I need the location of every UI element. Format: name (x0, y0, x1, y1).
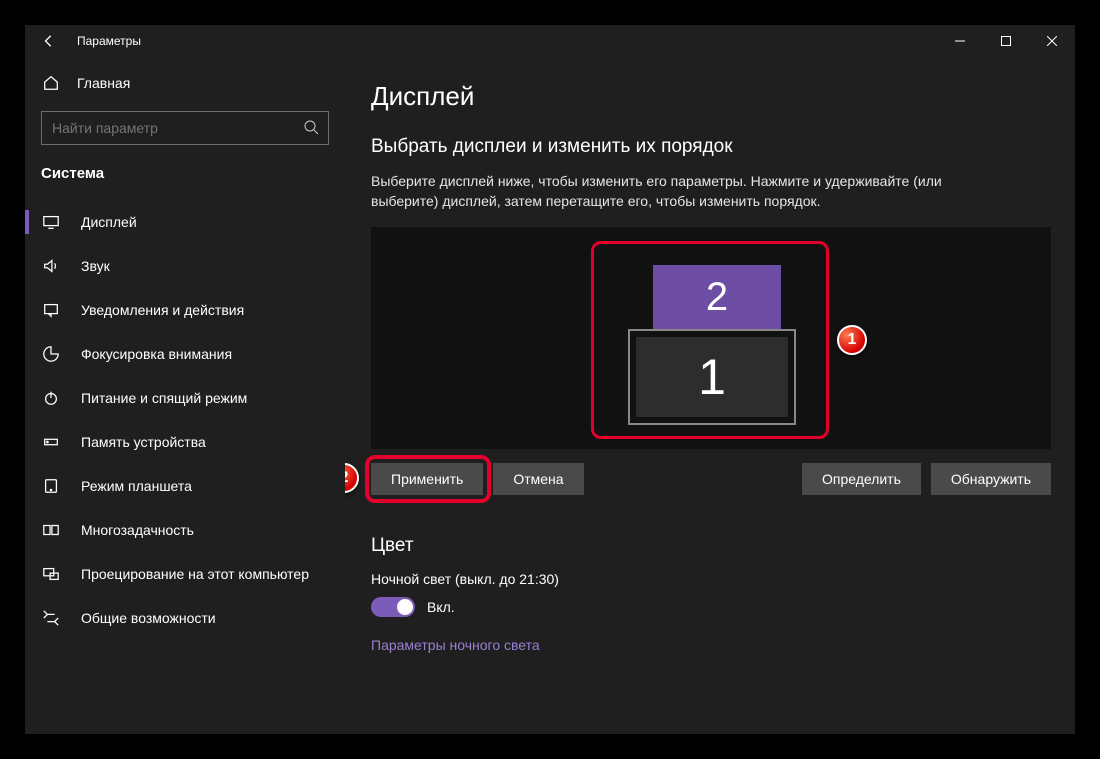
annotation-badge-2: 2 (345, 463, 359, 493)
sidebar: Главная Система Дисплей Звук Уведомле (25, 57, 345, 734)
arrow-left-icon (42, 34, 56, 48)
display-2-number: 2 (706, 275, 728, 320)
minimize-button[interactable] (937, 25, 983, 57)
titlebar: Параметры (25, 25, 1075, 57)
nav-label: Дисплей (81, 214, 137, 230)
display-1-number: 1 (698, 348, 726, 406)
arrange-heading: Выбрать дисплеи и изменить их порядок (371, 136, 1049, 158)
page-title: Дисплей (371, 81, 1049, 112)
power-icon (41, 389, 61, 407)
window-controls (937, 25, 1075, 57)
arrange-description: Выберите дисплей ниже, чтобы изменить ег… (371, 172, 1011, 211)
night-light-settings-link[interactable]: Параметры ночного света (371, 637, 1049, 653)
sidebar-home[interactable]: Главная (25, 63, 345, 103)
nav-item-focus[interactable]: Фокусировка внимания (25, 332, 345, 376)
storage-icon (41, 433, 61, 451)
nav-item-sound[interactable]: Звук (25, 244, 345, 288)
night-light-toggle-row: Вкл. (371, 597, 1049, 617)
shared-icon (41, 609, 61, 627)
display-icon (41, 213, 61, 231)
multitask-icon (41, 521, 61, 539)
nav-label: Память устройства (81, 434, 206, 450)
annotation-badge-1: 1 (837, 325, 867, 355)
nav-label: Многозадачность (81, 522, 194, 538)
nav-label: Звук (81, 258, 110, 274)
nav-label: Проецирование на этот компьютер (81, 566, 309, 582)
nav-item-storage[interactable]: Память устройства (25, 420, 345, 464)
display-1-inner: 1 (636, 337, 788, 417)
focus-icon (41, 345, 61, 363)
nav-item-multitask[interactable]: Многозадачность (25, 508, 345, 552)
close-button[interactable] (1029, 25, 1075, 57)
nav-label: Питание и спящий режим (81, 390, 247, 406)
projecting-icon (41, 565, 61, 583)
search-input[interactable] (41, 111, 329, 145)
maximize-icon (1001, 36, 1011, 46)
nav-label: Общие возможности (81, 610, 216, 626)
nav-item-tablet[interactable]: Режим планшета (25, 464, 345, 508)
tablet-icon (41, 477, 61, 495)
notifications-icon (41, 301, 61, 319)
search-icon (303, 119, 319, 135)
maximize-button[interactable] (983, 25, 1029, 57)
identify-button[interactable]: Определить (802, 463, 921, 495)
night-light-label: Ночной свет (выкл. до 21:30) (371, 571, 1049, 587)
main-content: Дисплей Выбрать дисплеи и изменить их по… (345, 57, 1075, 734)
back-button[interactable] (25, 25, 73, 57)
search-container (25, 103, 345, 159)
display-tile-2[interactable]: 2 (653, 265, 781, 329)
home-icon (41, 74, 61, 92)
arrange-button-row: 2 Применить Отмена Определить Обнаружить (371, 463, 1051, 495)
display-arrange-area[interactable]: 2 1 1 (371, 227, 1051, 449)
sidebar-home-label: Главная (77, 75, 130, 91)
nav-item-projecting[interactable]: Проецирование на этот компьютер (25, 552, 345, 596)
night-light-toggle[interactable] (371, 597, 415, 617)
nav-label: Уведомления и действия (81, 302, 244, 318)
close-icon (1047, 36, 1057, 46)
nav-label: Фокусировка внимания (81, 346, 232, 362)
cancel-button[interactable]: Отмена (493, 463, 583, 495)
nav-item-display[interactable]: Дисплей (25, 200, 345, 244)
nav-item-power[interactable]: Питание и спящий режим (25, 376, 345, 420)
sidebar-nav: Дисплей Звук Уведомления и действия Фоку… (25, 200, 345, 640)
toggle-state-text: Вкл. (427, 599, 455, 615)
nav-item-shared[interactable]: Общие возможности (25, 596, 345, 640)
nav-item-notifications[interactable]: Уведомления и действия (25, 288, 345, 332)
window-title: Параметры (77, 34, 141, 48)
minimize-icon (955, 36, 965, 46)
color-heading: Цвет (371, 535, 1049, 557)
sound-icon (41, 257, 61, 275)
settings-window: Параметры Главная (25, 25, 1075, 734)
sidebar-heading: Система (25, 159, 345, 200)
apply-button[interactable]: Применить (371, 463, 483, 495)
window-body: Главная Система Дисплей Звук Уведомле (25, 57, 1075, 734)
right-buttons: Определить Обнаружить (802, 463, 1051, 495)
display-tile-1[interactable]: 1 (628, 329, 796, 425)
toggle-knob (397, 599, 413, 615)
nav-label: Режим планшета (81, 478, 192, 494)
detect-button[interactable]: Обнаружить (931, 463, 1051, 495)
